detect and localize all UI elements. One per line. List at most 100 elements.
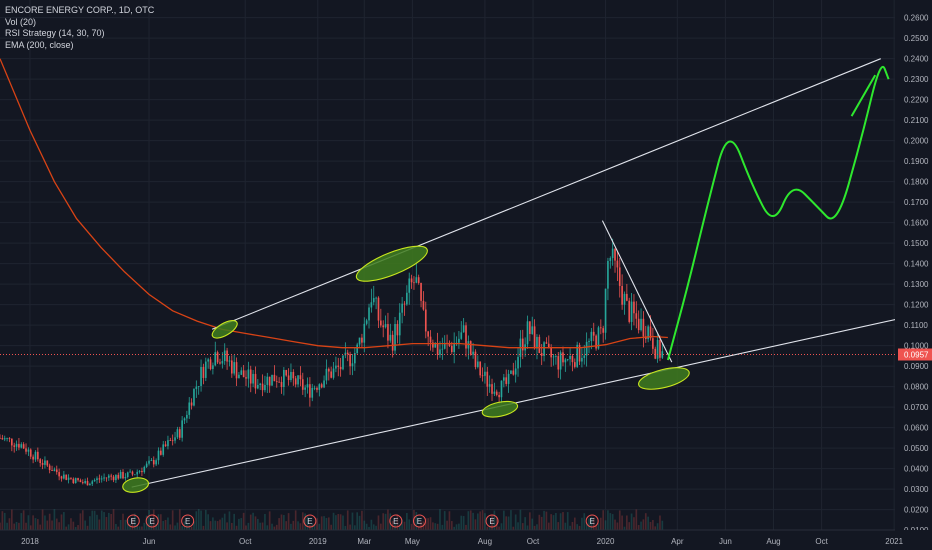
candle-body — [171, 440, 174, 442]
candle-body — [526, 321, 529, 345]
volume-bar — [242, 512, 245, 530]
candle-body — [545, 342, 548, 344]
volume-bar — [122, 513, 124, 530]
candle-body — [271, 374, 273, 386]
time-axis[interactable]: 2018 Jun Oct 2019 Mar May Aug Oct 2020 Apr Jun Aug O… — [0, 529, 932, 550]
volume-bar — [543, 510, 545, 530]
candle-body — [630, 301, 633, 322]
candle-body — [155, 460, 157, 465]
price-chart[interactable]: EEEEEEEE 0.01000.02000.03000.04000.05000… — [0, 0, 932, 550]
candle-body — [122, 471, 124, 479]
candle-body — [659, 339, 661, 358]
candle-body — [401, 303, 403, 313]
volume-bar — [349, 524, 351, 530]
candle-body — [361, 337, 363, 343]
price-axis[interactable]: 0.01000.02000.03000.04000.05000.06000.07… — [895, 0, 932, 550]
volume-bar — [443, 511, 446, 530]
volume-bar — [81, 510, 84, 530]
candle-body — [311, 387, 314, 398]
candle-body — [197, 386, 200, 387]
time-tick-label: Aug — [766, 537, 780, 546]
candle-body — [39, 459, 42, 463]
volume-bar — [375, 525, 377, 530]
candle-body — [278, 381, 280, 383]
volume-bar — [283, 515, 285, 530]
candle-body — [488, 384, 491, 387]
candle-body — [266, 376, 269, 385]
ema-indicator-label[interactable]: EMA (200, close) — [5, 40, 154, 52]
candle-body — [107, 475, 110, 478]
last-price-tag-label: 0.0957 — [904, 351, 929, 360]
volume-bar — [642, 519, 645, 530]
volume-bar — [529, 512, 531, 530]
volume-bar — [188, 525, 191, 530]
candle-body — [349, 354, 351, 367]
candle-body — [74, 478, 77, 484]
symbol-title[interactable]: ENCORE ENERGY CORP., 1D, OTC — [5, 5, 154, 17]
candle-body — [495, 391, 498, 395]
volume-bar — [521, 523, 524, 530]
volume-bar — [583, 513, 586, 530]
volume-bar — [342, 515, 344, 530]
volume-bar — [91, 510, 94, 530]
volume-bar — [200, 510, 202, 530]
candle-body — [202, 366, 205, 378]
candle-body — [58, 472, 60, 477]
candle-body — [394, 323, 396, 351]
rsi-indicator-label[interactable]: RSI Strategy (14, 30, 70) — [5, 28, 154, 40]
candle-body — [1, 438, 4, 440]
plot-background — [0, 0, 932, 550]
candle-body — [186, 414, 188, 419]
volume-bar — [647, 516, 649, 530]
price-tick-label: 0.2100 — [904, 116, 929, 125]
volume-bar — [611, 514, 614, 530]
volume-bar — [100, 510, 103, 530]
candle-body — [103, 477, 105, 479]
candle-body — [6, 438, 8, 439]
volume-bar — [112, 509, 115, 530]
volume-bar — [275, 524, 278, 530]
price-tick-label: 0.1800 — [904, 178, 929, 187]
candle-body — [292, 371, 295, 379]
candle-body — [453, 342, 456, 353]
candle-body — [112, 476, 115, 481]
candle-body — [67, 477, 70, 480]
volume-bar — [72, 521, 75, 530]
price-tick-label: 0.2000 — [904, 137, 929, 146]
volume-bar — [39, 524, 42, 530]
candle-body — [429, 336, 432, 343]
candle-body — [235, 362, 238, 379]
candle-body — [93, 480, 96, 482]
volume-bar — [60, 514, 63, 530]
volume-indicator-label[interactable]: Vol (20) — [5, 17, 154, 29]
time-tick-label: 2020 — [597, 537, 615, 546]
time-tick-label: Aug — [478, 537, 492, 546]
candle-body — [233, 362, 236, 374]
volume-bar — [559, 513, 562, 530]
candle-body — [18, 443, 20, 448]
price-tick-label: 0.2400 — [904, 55, 929, 64]
candle-body — [204, 361, 207, 378]
volume-bar — [361, 510, 363, 530]
candle-body — [190, 402, 193, 406]
volume-bar — [58, 522, 60, 530]
volume-bar — [67, 524, 70, 530]
candle-body — [89, 483, 91, 486]
time-tick-label: Oct — [527, 537, 540, 546]
candle-body — [543, 342, 545, 356]
volume-bar — [141, 526, 143, 530]
volume-bar — [1, 511, 4, 530]
candle-body — [640, 318, 642, 331]
volume-bar — [160, 514, 162, 530]
volume-bar — [436, 523, 439, 530]
volume-bar — [117, 526, 120, 530]
candle-body — [240, 370, 243, 375]
candle-body — [162, 444, 165, 455]
volume-bar — [221, 517, 224, 530]
candle-body — [337, 365, 340, 367]
volume-bar — [297, 521, 299, 530]
candle-body — [150, 460, 153, 461]
volume-bar — [13, 523, 16, 530]
volume-bar — [223, 513, 226, 530]
volume-bar — [465, 524, 467, 530]
